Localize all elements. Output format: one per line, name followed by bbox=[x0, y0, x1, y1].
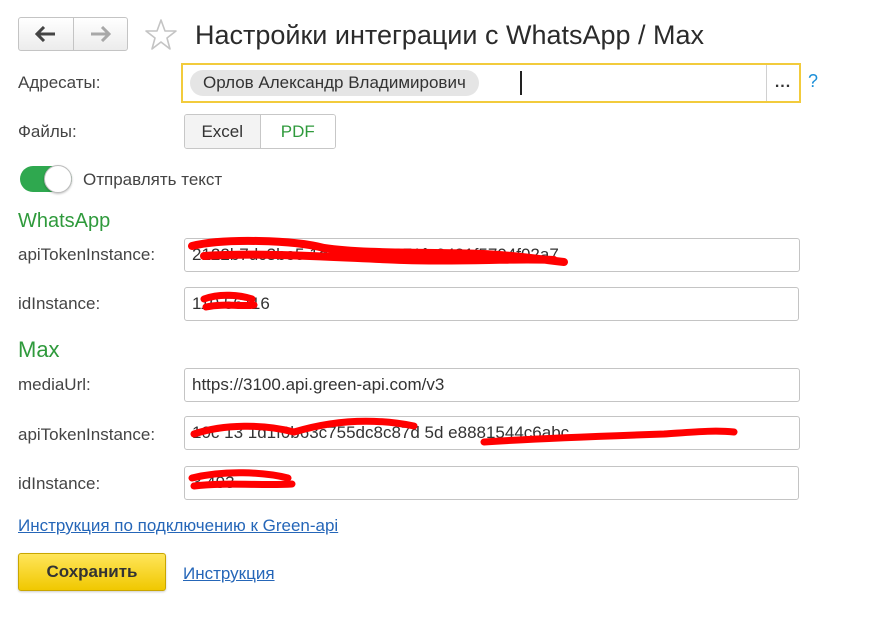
file-format-selector: Excel PDF bbox=[184, 114, 336, 149]
whatsapp-id-label: idInstance: bbox=[18, 294, 101, 313]
arrow-left-icon bbox=[34, 26, 55, 42]
whatsapp-api-token-input[interactable]: 2122b7dc3be5 1d c ee981871fe2481f5794f02… bbox=[184, 238, 800, 272]
whatsapp-api-token-label: apiTokenInstance: bbox=[18, 245, 156, 264]
arrow-right-icon bbox=[91, 26, 112, 42]
send-text-label: Отправлять текст bbox=[83, 170, 223, 189]
help-link[interactable]: ? bbox=[808, 71, 818, 92]
max-section-title: Max bbox=[18, 337, 60, 362]
navigation-buttons bbox=[18, 17, 128, 51]
save-button[interactable]: Сохранить bbox=[18, 553, 166, 591]
files-label: Файлы: bbox=[18, 122, 77, 141]
file-format-excel[interactable]: Excel bbox=[185, 115, 261, 148]
send-text-toggle[interactable] bbox=[20, 165, 72, 193]
max-media-url-label: mediaUrl: bbox=[18, 375, 91, 394]
back-button[interactable] bbox=[19, 18, 73, 50]
star-icon[interactable] bbox=[144, 18, 178, 52]
toggle-knob bbox=[44, 165, 72, 193]
whatsapp-id-input[interactable]: 110 56116 bbox=[184, 287, 799, 321]
forward-button[interactable] bbox=[72, 18, 128, 50]
recipients-label: Адресаты: bbox=[18, 73, 101, 92]
max-id-label: idInstance: bbox=[18, 474, 101, 493]
recipients-field[interactable]: Орлов Александр Владимирович ... bbox=[181, 63, 801, 103]
whatsapp-section-title: WhatsApp bbox=[18, 210, 111, 232]
max-id-input[interactable]: 3 493 bbox=[184, 466, 799, 500]
max-api-token-input[interactable]: 10c 13 1d1f0b63c755dc8c87d 5d e8881544c6… bbox=[184, 416, 800, 450]
green-api-instructions-link[interactable]: Инструкция по подключению к Green-api bbox=[18, 516, 338, 536]
text-cursor bbox=[520, 71, 522, 95]
file-format-pdf[interactable]: PDF bbox=[260, 115, 335, 148]
recipient-chip[interactable]: Орлов Александр Владимирович bbox=[190, 70, 479, 96]
max-api-token-label: apiTokenInstance: bbox=[18, 425, 156, 444]
select-recipients-button[interactable]: ... bbox=[766, 65, 799, 101]
max-media-url-input[interactable]: https://3100.api.green-api.com/v3 bbox=[184, 368, 800, 402]
page-title: Настройки интеграции с WhatsApp / Max bbox=[195, 20, 705, 50]
instructions-link[interactable]: Инструкция bbox=[183, 564, 275, 584]
